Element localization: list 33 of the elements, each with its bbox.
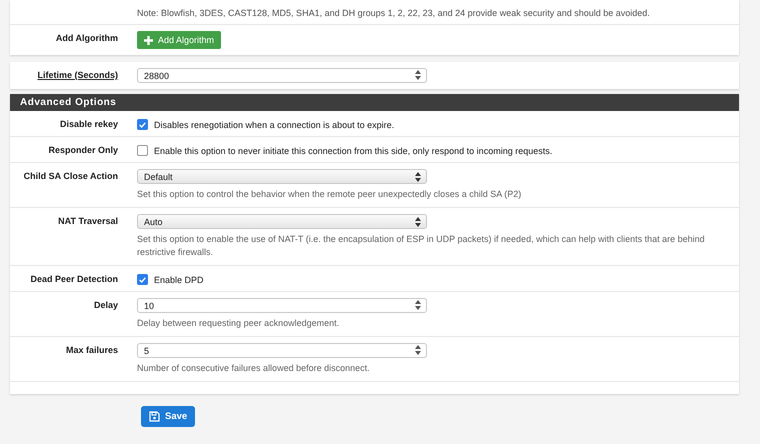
field-label: Max failures (64, 344, 118, 357)
field-label: Add Algorithm (54, 32, 118, 45)
plus-icon (144, 36, 153, 44)
field-label: Delay (92, 299, 118, 312)
field-label: Disable rekey (58, 118, 118, 130)
spinner-icon (415, 300, 421, 310)
updown-caret-icon (415, 172, 421, 182)
select-dropdown[interactable]: Auto (137, 214, 427, 229)
field-label: Child SA Close Action (22, 170, 118, 183)
checkbox[interactable] (137, 274, 148, 285)
help-text: Set this option to enable the use of NAT-T (i.e. the encapsulation of ESP in UDP packets) if needed, which can help with clients that are behind restrictive firewalls. (137, 233, 706, 259)
field-label-link[interactable]: Lifetime (Seconds) (10, 68, 118, 83)
number-field[interactable]: 5 (137, 343, 427, 358)
field-label: Responder Only (47, 144, 118, 156)
save-button[interactable]: Save (141, 406, 196, 427)
spinner-icon (415, 70, 421, 80)
section-header: Advanced Options (10, 94, 739, 111)
checkbox-label: Disables renegotiation when a connection is about to expire. (154, 120, 394, 130)
help-text: Set this option to control the behavior when the remote peer unexpectedly closes a child SA (P2) (137, 188, 522, 201)
select-dropdown[interactable]: Default (137, 169, 427, 184)
checkbox-label: Enable this option to never initiate this connection from this side, only respond to incoming requests. (154, 146, 552, 156)
updown-caret-icon (415, 216, 421, 226)
number-field[interactable]: 28800 (137, 68, 427, 83)
checkbox[interactable] (137, 145, 148, 156)
field-label: Dead Peer Detection (29, 273, 118, 285)
spinner-icon (415, 345, 421, 355)
help-text: Number of consecutive failures allowed before disconnect. (137, 362, 371, 375)
number-field[interactable]: 10 (137, 298, 427, 313)
field-label: NAT Traversal (57, 215, 118, 228)
checkbox[interactable] (137, 119, 148, 130)
note-text: Note: Blowfish, 3DES, CAST128, MD5, SHA1, and DH groups 1, 2, 22, 23, and 24 provide weak security and should be avoided. (137, 7, 650, 18)
help-text: Delay between requesting peer acknowledgement. (137, 317, 340, 330)
checkbox-label: Enable DPD (154, 274, 204, 284)
